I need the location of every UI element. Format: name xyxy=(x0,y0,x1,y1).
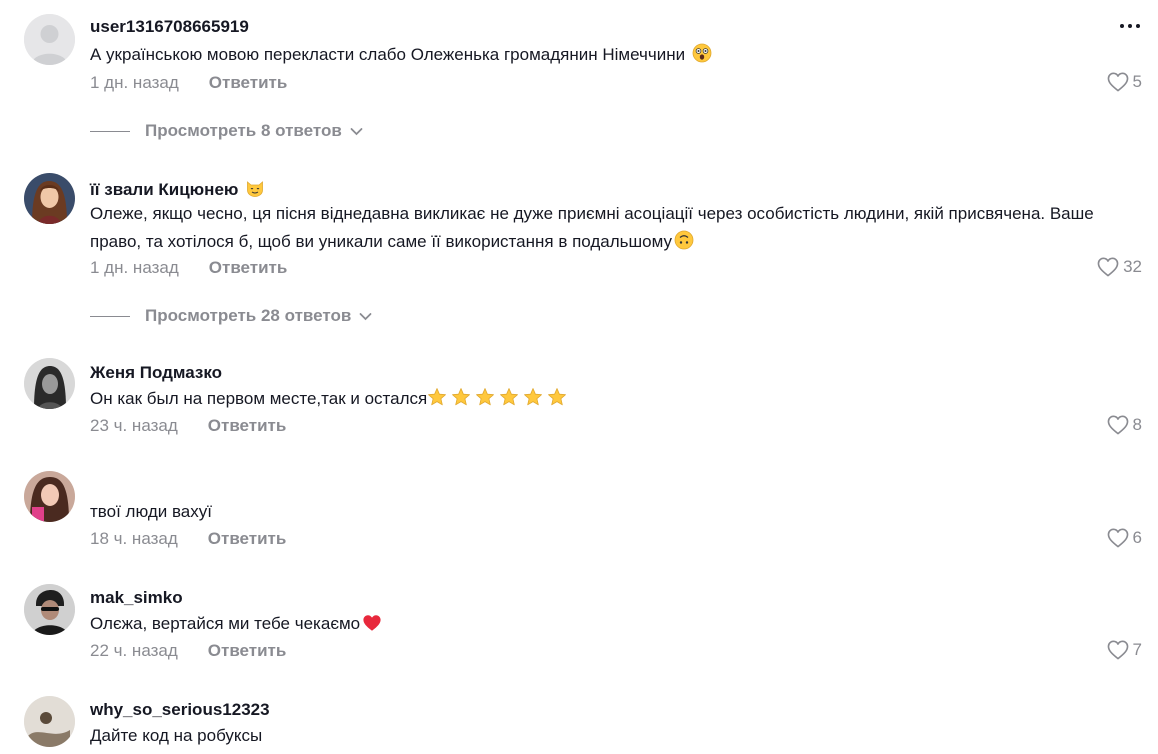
heart-outline-icon xyxy=(1097,257,1119,277)
avatar[interactable] xyxy=(24,696,75,747)
comment-meta: 22 ч. назад Ответить xyxy=(90,641,286,661)
chevron-down-icon xyxy=(359,312,372,320)
heart-outline-icon xyxy=(1107,415,1128,435)
like-button[interactable]: 6 xyxy=(1107,528,1142,548)
avatar[interactable] xyxy=(24,173,75,224)
upside-down-face-emoji xyxy=(674,230,694,250)
like-count: 32 xyxy=(1123,257,1142,276)
reply-button[interactable]: Ответить xyxy=(208,529,287,548)
star-emoji-row xyxy=(428,388,567,406)
comment-username[interactable]: Женя Подмазко xyxy=(90,363,222,383)
comment-time: 1 дн. назад xyxy=(90,258,179,277)
comment-text-content: право, та хотілося б, щоб ви уникали сам… xyxy=(90,232,672,251)
reply-button[interactable]: Ответить xyxy=(208,416,287,435)
comment-username-text: її звали Кицюнею xyxy=(90,180,239,199)
like-button[interactable]: 8 xyxy=(1107,415,1142,435)
divider-line xyxy=(90,315,130,317)
comment-time: 18 ч. назад xyxy=(90,529,178,548)
comment-text: Дайте код на робуксы xyxy=(90,726,263,745)
more-options-icon[interactable] xyxy=(1120,24,1140,28)
comment-time: 23 ч. назад xyxy=(90,416,178,435)
comment-text: твої люди вахуї xyxy=(90,502,212,521)
comment-text: А українською мовою перекласти слабо Оле… xyxy=(90,41,1140,69)
comment-text: Он как был на первом месте,так и остался xyxy=(90,385,1140,413)
comment-meta: 18 ч. назад Ответить xyxy=(90,529,286,549)
like-count: 6 xyxy=(1132,528,1142,547)
divider-line xyxy=(90,130,130,132)
comment-username[interactable]: why_so_serious12323 xyxy=(90,700,270,720)
comment-username[interactable]: її звали Кицюнею xyxy=(90,178,265,200)
red-heart-emoji xyxy=(363,615,381,631)
heart-outline-icon xyxy=(1107,72,1128,92)
heart-outline-icon xyxy=(1107,640,1128,660)
comment-username[interactable]: mak_simko xyxy=(90,588,183,608)
comment-text-line: право, та хотілося б, щоб ви уникали сам… xyxy=(90,228,1140,256)
comment-meta: 1 дн. назад Ответить xyxy=(90,258,287,278)
comment-username[interactable]: user1316708665919 xyxy=(90,17,249,37)
comment-text: Олєжа, вертайся ми тебе чекаємо xyxy=(90,610,1140,638)
like-count: 7 xyxy=(1132,640,1142,659)
avatar[interactable] xyxy=(24,584,75,635)
view-replies-button[interactable]: Просмотреть 28 ответов xyxy=(90,306,372,326)
cat-face-emoji xyxy=(247,181,264,197)
comment-text-content: Он как был на первом месте,так и остался xyxy=(90,389,428,408)
view-replies-label: Просмотреть 8 ответов xyxy=(145,121,342,140)
astonished-face-emoji xyxy=(692,43,712,63)
avatar[interactable] xyxy=(24,471,75,522)
comment-text-content: А українською мовою перекласти слабо Оле… xyxy=(90,45,686,64)
comment-text-line: Олеже, якщо чесно, ця пісня віднедавна в… xyxy=(90,204,1094,223)
reply-button[interactable]: Ответить xyxy=(209,73,288,92)
comment-text-content: Олєжа, вертайся ми тебе чекаємо xyxy=(90,614,361,633)
comment-time: 22 ч. назад xyxy=(90,641,178,660)
chevron-down-icon xyxy=(350,127,363,135)
avatar-default[interactable] xyxy=(24,14,75,65)
view-replies-label: Просмотреть 28 ответов xyxy=(145,306,352,325)
reply-button[interactable]: Ответить xyxy=(208,641,287,660)
view-replies-button[interactable]: Просмотреть 8 ответов xyxy=(90,121,363,141)
avatar[interactable] xyxy=(24,358,75,409)
like-count: 5 xyxy=(1132,72,1142,91)
star-emoji xyxy=(428,388,567,406)
reply-button[interactable]: Ответить xyxy=(209,258,288,277)
like-button[interactable]: 7 xyxy=(1107,640,1142,660)
like-button[interactable]: 5 xyxy=(1107,72,1142,92)
comment-text: Олеже, якщо чесно, ця пісня віднедавна в… xyxy=(90,200,1140,256)
comment-meta: 23 ч. назад Ответить xyxy=(90,416,286,436)
like-button[interactable]: 32 xyxy=(1097,257,1142,277)
heart-outline-icon xyxy=(1107,528,1128,548)
comment-time: 1 дн. назад xyxy=(90,73,179,92)
like-count: 8 xyxy=(1132,415,1142,434)
comment-meta: 1 дн. назад Ответить xyxy=(90,73,287,93)
